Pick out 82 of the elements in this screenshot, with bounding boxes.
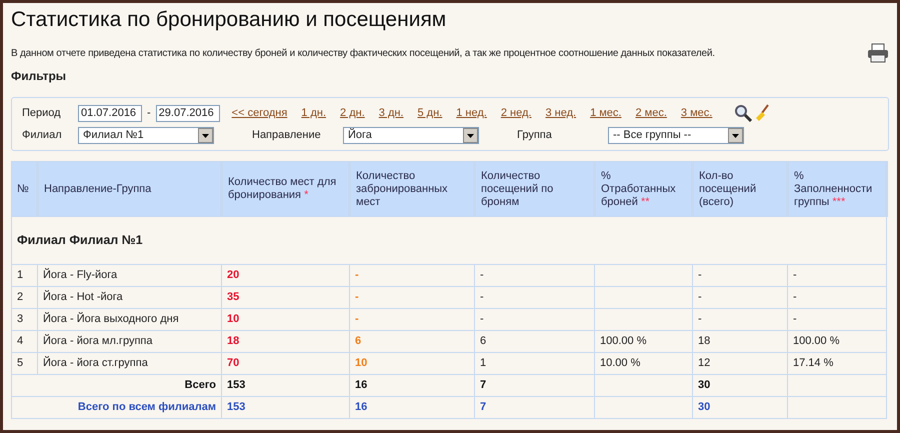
- table-cell: 70: [227, 357, 240, 370]
- period-link[interactable]: 2 дн.: [340, 104, 365, 122]
- field-label: Филиал: [22, 128, 63, 144]
- table-cell: -: [480, 291, 484, 304]
- table-cell: 30: [698, 401, 710, 414]
- column-header: Направление-Группа: [38, 162, 222, 216]
- period-link[interactable]: 3 нед.: [545, 104, 576, 122]
- table-cell: 17.14 %: [793, 357, 834, 370]
- table-cell: Йога - йога ст.группа: [43, 357, 148, 370]
- select-field[interactable]: Филиал №1: [78, 127, 214, 144]
- table-cell: 10: [355, 357, 368, 370]
- table-cell: -: [793, 269, 797, 282]
- table-cell: 5: [17, 357, 24, 370]
- column-header: % Отработанных броней **: [594, 162, 692, 216]
- table-cell: 10.00 %: [600, 357, 640, 370]
- table-cell: 20: [227, 269, 240, 282]
- table-cell: 18: [227, 335, 240, 348]
- table-cell: 7: [480, 401, 486, 414]
- total-label: Всего по всем филиалам: [78, 401, 216, 414]
- table-cell: -: [698, 313, 702, 326]
- table-cell: -: [698, 291, 702, 304]
- column-header: Кол-во посещений (всего): [692, 162, 788, 216]
- table-cell: 100.00 %: [793, 335, 840, 348]
- table-cell: 153: [227, 379, 246, 392]
- table-cell: 18: [698, 335, 710, 348]
- field-label: Направление: [252, 128, 322, 144]
- date-field[interactable]: 29.07.2016: [156, 104, 220, 122]
- table-cell: Йога - Йога выходного дня: [43, 313, 179, 326]
- printer-icon[interactable]: [867, 43, 889, 63]
- table-cell: Йога - йога мл.группа: [43, 335, 152, 348]
- table-cell: -: [480, 269, 484, 282]
- column-header: Количество посещений по броням: [474, 162, 594, 216]
- period-link[interactable]: 2 мес.: [635, 104, 667, 122]
- table-cell: 10: [227, 313, 240, 326]
- period-link[interactable]: 3 мес.: [680, 104, 712, 122]
- table-cell: 1: [480, 357, 486, 370]
- period-link[interactable]: 1 нед.: [456, 104, 487, 122]
- period-link[interactable]: << сегодня: [232, 104, 288, 122]
- table-cell: 35: [227, 291, 240, 304]
- table-cell: -: [355, 291, 359, 304]
- table-cell: 7: [480, 379, 486, 392]
- section-title: Филиал Филиал №1: [17, 233, 143, 248]
- table-cell: -: [698, 269, 702, 282]
- table-cell: 2: [17, 291, 24, 304]
- total-label: Всего: [184, 379, 216, 392]
- table-cell: 153: [227, 401, 246, 414]
- select-field[interactable]: Йога: [343, 127, 479, 144]
- table-cell: 6: [480, 335, 486, 348]
- date-separator: -: [146, 106, 152, 121]
- date-field[interactable]: 01.07.2016: [78, 104, 142, 122]
- table-cell: 12: [698, 357, 710, 370]
- table-cell: 3: [17, 313, 24, 326]
- table-cell: -: [355, 269, 359, 282]
- period-link[interactable]: 1 дн.: [301, 104, 326, 122]
- table-cell: Йога - Hot -йога: [43, 291, 123, 304]
- table-cell: 4: [17, 335, 24, 348]
- column-header: Количество мест для бронирования *: [222, 162, 350, 216]
- column-header: Количество забронированных мест: [350, 162, 474, 216]
- filters-heading: Фильтры: [11, 68, 68, 85]
- table-cell: 16: [355, 379, 368, 392]
- search-icon[interactable]: [734, 104, 752, 122]
- table-cell: -: [793, 313, 797, 326]
- table-cell: -: [793, 291, 797, 304]
- table-cell: Йога - Fly-йога: [43, 269, 118, 282]
- table-cell: 30: [698, 379, 710, 392]
- table-cell: 6: [355, 335, 362, 348]
- period-link[interactable]: 2 нед.: [500, 104, 532, 122]
- table-cell: -: [355, 313, 359, 326]
- period-link[interactable]: 5 дн.: [418, 104, 442, 122]
- period-link[interactable]: 3 дн.: [378, 104, 404, 122]
- field-label: Группа: [517, 128, 553, 144]
- period-link[interactable]: 1 мес.: [590, 104, 622, 122]
- table-cell: 100.00 %: [600, 335, 646, 348]
- column-header: №: [12, 162, 38, 216]
- column-header: % Заполненности группы ***: [788, 162, 886, 216]
- table-cell: 1: [17, 269, 24, 282]
- select-field[interactable]: -- Все группы --: [608, 127, 744, 144]
- page-title: Статистика по бронированию и посещениям: [11, 7, 448, 33]
- table-cell: -: [480, 313, 484, 326]
- report-description: В данном отчете приведена статистика по количеству броней и количеству фактических посещений, а так же процентное соотношение данных показателей.: [11, 46, 715, 60]
- table-cell: 16: [355, 401, 368, 414]
- field-label: Период: [22, 106, 62, 121]
